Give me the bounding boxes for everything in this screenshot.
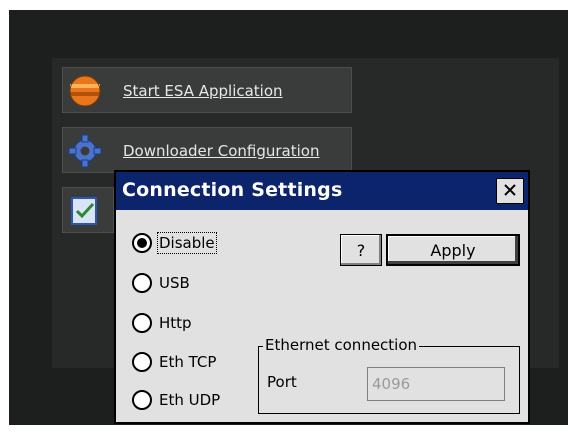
radio-label: USB	[159, 274, 190, 292]
radio-button[interactable]	[132, 352, 152, 372]
close-icon	[503, 182, 517, 201]
checklist-icon	[67, 194, 103, 228]
radio-button[interactable]	[132, 390, 152, 410]
radio-button[interactable]	[132, 273, 152, 293]
orange-sphere-icon	[67, 74, 103, 108]
help-button[interactable]: ?	[340, 234, 382, 266]
radio-disable[interactable]: Disable	[132, 230, 217, 256]
radio-eth-udp[interactable]: Eth UDP	[132, 387, 220, 413]
port-label: Port	[267, 373, 297, 391]
launcher-item-label[interactable]: Start ESA Application	[123, 82, 283, 100]
radio-label: Http	[159, 314, 192, 332]
dialog-title: Connection Settings	[122, 179, 343, 201]
apply-button[interactable]: Apply	[386, 234, 520, 266]
close-button[interactable]	[496, 178, 524, 204]
launcher-item-3[interactable]	[62, 187, 114, 233]
radio-usb[interactable]: USB	[132, 270, 190, 296]
connection-settings-dialog: Connection Settings Disable USB Http Eth…	[114, 170, 530, 424]
launcher-item-label[interactable]: Downloader Configuration	[123, 142, 319, 160]
dialog-titlebar[interactable]: Connection Settings	[116, 172, 528, 210]
radio-http[interactable]: Http	[132, 310, 192, 336]
radio-label: Disable	[157, 232, 217, 254]
radio-label: Eth UDP	[159, 391, 221, 409]
launcher-item-start-esa[interactable]: Start ESA Application	[62, 67, 352, 113]
launcher-item-downloader-config[interactable]: Downloader Configuration	[62, 127, 352, 173]
radio-button[interactable]	[132, 233, 152, 253]
gear-icon	[67, 134, 103, 168]
ethernet-connection-group: Ethernet connection Port 4096	[258, 336, 520, 414]
radio-button[interactable]	[132, 313, 152, 333]
port-input[interactable]: 4096	[367, 367, 505, 401]
radio-label: Eth TCP	[159, 353, 217, 371]
group-label: Ethernet connection	[263, 336, 420, 354]
radio-eth-tcp[interactable]: Eth TCP	[132, 349, 216, 375]
